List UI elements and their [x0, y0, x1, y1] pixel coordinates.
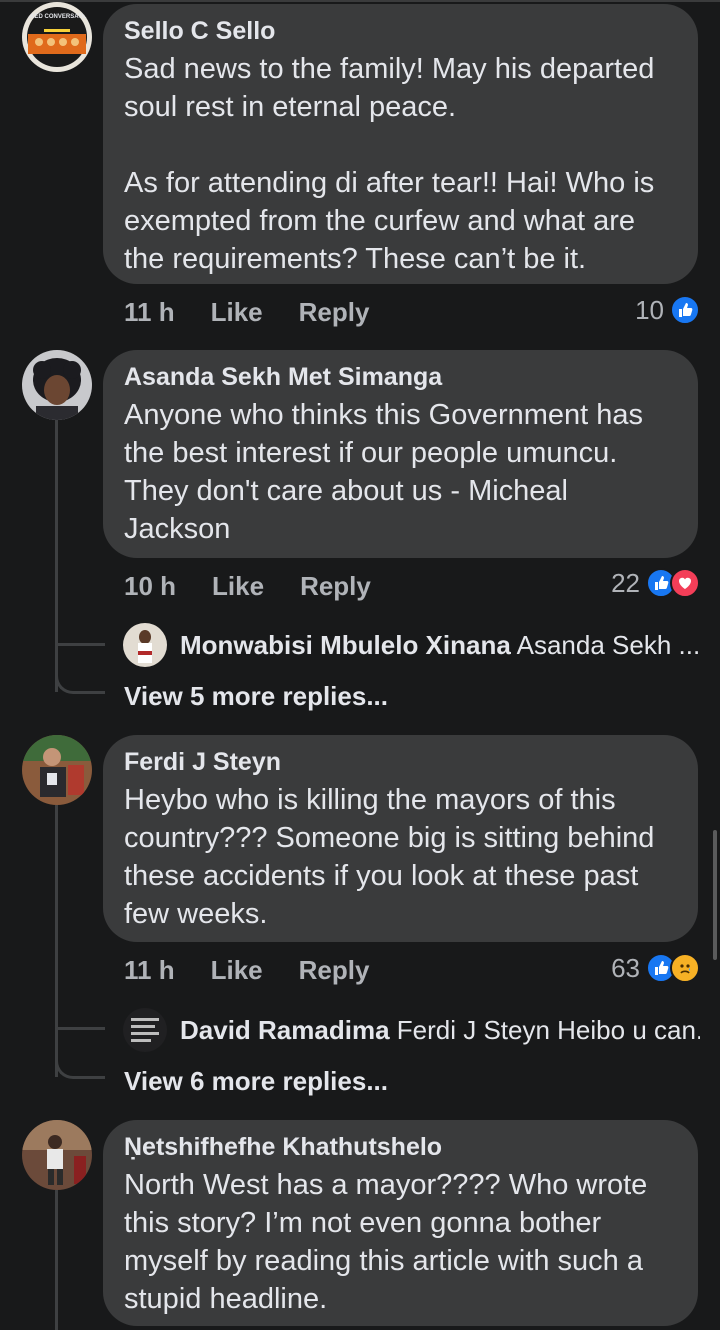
view-more-replies-button[interactable]: View 6 more replies...	[124, 1066, 388, 1097]
thread-curve	[55, 664, 85, 694]
reaction-count: 63	[611, 952, 640, 983]
reply-preview[interactable]: Monwabisi Mbulelo Xinana Asanda Sekh ...	[180, 628, 700, 662]
sad-icon	[670, 953, 700, 983]
comment-bubble: Asanda Sekh Met Simanga Anyone who think…	[103, 350, 698, 558]
comment-author[interactable]: Ferdi J Steyn	[124, 747, 676, 777]
reaction-count: 10	[635, 294, 664, 325]
comment-actions: 11 h Like Reply	[124, 952, 369, 988]
thread-branch	[75, 691, 105, 694]
avatar-netshifhefhe-khathutshelo[interactable]	[22, 1120, 92, 1190]
comment-text: Heybo who is killing the mayors of this …	[124, 784, 655, 930]
avatar-caption: AKED CONVERSATIO	[26, 14, 89, 20]
thread-curve	[55, 1049, 85, 1079]
reply-text: Ferdi J Steyn Heibo u can...	[396, 1015, 700, 1045]
comment-time[interactable]: 11 h	[124, 955, 175, 986]
comment-author[interactable]: Asanda Sekh Met Simanga	[124, 362, 676, 392]
comment-actions: 11 h Like Reply	[124, 294, 369, 330]
thread-line	[55, 420, 58, 692]
reply-author[interactable]: David Ramadima	[180, 1015, 390, 1045]
scrollbar[interactable]	[713, 830, 717, 960]
avatar-image	[22, 735, 92, 805]
like-button[interactable]: Like	[212, 571, 264, 602]
thread-branch	[55, 643, 105, 646]
comment-time[interactable]: 10 h	[124, 571, 176, 602]
comment-bubble: Ferdi J Steyn Heybo who is killing the m…	[103, 735, 698, 942]
reply-button[interactable]: Reply	[300, 571, 371, 602]
view-more-replies-button[interactable]: View 5 more replies...	[124, 681, 388, 712]
comment-text: Anyone who thinks this Government has th…	[124, 399, 644, 545]
avatar-ferdi-j-steyn[interactable]	[22, 735, 92, 805]
reaction-summary[interactable]: 22	[611, 565, 700, 601]
like-button[interactable]: Like	[211, 955, 263, 986]
comment-author[interactable]: Ṇetshifhefhe Khathutshelo	[124, 1132, 676, 1162]
avatar-image	[22, 1120, 92, 1190]
love-icon	[670, 568, 700, 598]
top-divider	[0, 0, 720, 2]
reaction-summary[interactable]: 10	[635, 292, 700, 328]
comment-bubble: Ṇetshifhefhe Khathutshelo North West has…	[103, 1120, 698, 1326]
reply-preview[interactable]: David Ramadima Ferdi J Steyn Heibo u can…	[180, 1013, 700, 1047]
avatar-image	[22, 350, 92, 420]
reaction-count: 22	[611, 567, 640, 598]
avatar-image	[123, 1008, 167, 1052]
comment-actions: 10 h Like Reply	[124, 568, 371, 604]
reply-text: Asanda Sekh ...	[516, 630, 700, 660]
reply-button[interactable]: Reply	[299, 297, 370, 328]
like-button[interactable]: Like	[211, 297, 263, 328]
thread-line	[55, 805, 58, 1077]
reaction-summary[interactable]: 63	[611, 950, 700, 986]
comments-page: AKED CONVERSATIO Sello C Sello Sad news …	[0, 0, 720, 1330]
avatar-asanda-sekh-met-simanga[interactable]	[22, 350, 92, 420]
comment-text: Sad news to the family! May his departed…	[124, 53, 655, 275]
avatar-image	[123, 623, 167, 667]
comment-bubble: Sello C Sello Sad news to the family! Ma…	[103, 4, 698, 284]
comment-text: North West has a mayor???? Who wrote thi…	[124, 1169, 648, 1315]
thread-line	[55, 1190, 58, 1330]
avatar-david-ramadima[interactable]	[123, 1008, 167, 1052]
comment-time[interactable]: 11 h	[124, 297, 175, 328]
avatar-monwabisi-mbulelo-xinana[interactable]	[123, 623, 167, 667]
thread-branch	[55, 1027, 105, 1030]
thread-branch	[75, 1076, 105, 1079]
avatar-sello-c-sello[interactable]: AKED CONVERSATIO	[22, 2, 92, 72]
comment-author[interactable]: Sello C Sello	[124, 16, 676, 46]
avatar-image: AKED CONVERSATIO	[22, 2, 92, 72]
reply-button[interactable]: Reply	[299, 955, 370, 986]
like-icon	[670, 295, 700, 325]
reply-author[interactable]: Monwabisi Mbulelo Xinana	[180, 630, 511, 660]
